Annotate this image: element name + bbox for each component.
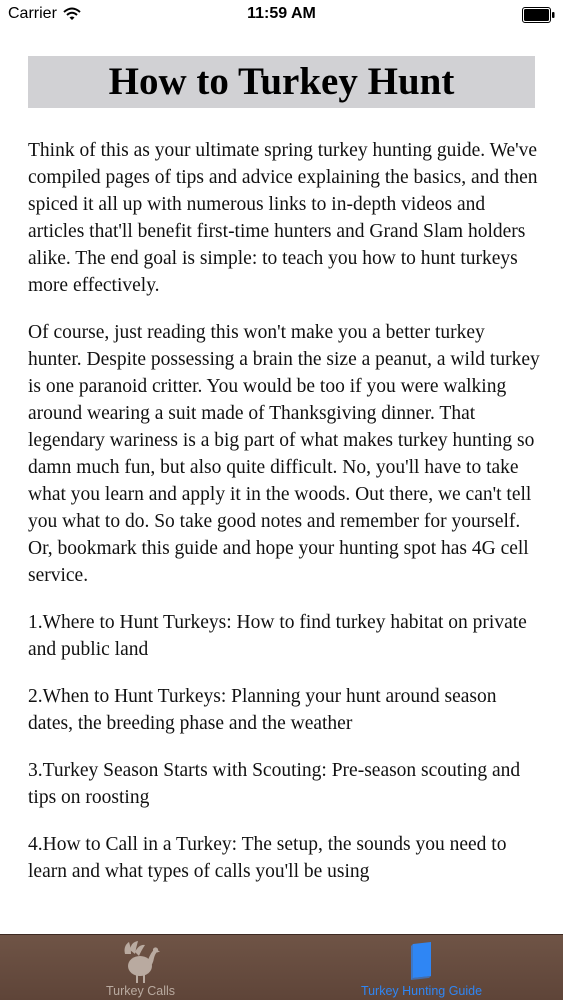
body-paragraph: Of course, just reading this won't make … — [28, 322, 540, 586]
intro-paragraph: Think of this as your ultimate spring tu… — [28, 140, 538, 296]
article-body: Think of this as your ultimate spring tu… — [28, 137, 542, 905]
guide-content[interactable]: How to Turkey Hunt Think of this as your… — [0, 30, 563, 934]
guide-chapter-4[interactable]: 4.How to Call in a Turkey: The setup, th… — [28, 831, 542, 885]
tab-label: Turkey Calls — [106, 984, 175, 998]
guide-chapter-3[interactable]: 3.Turkey Season Starts with Scouting: Pr… — [28, 757, 542, 811]
title-banner: How to Turkey Hunt — [28, 56, 535, 108]
tab-label: Turkey Hunting Guide — [360, 984, 483, 998]
status-time: 11:59 AM — [247, 5, 316, 22]
tab-bar: Turkey Calls Turkey Hunting Guide — [0, 934, 563, 1000]
book-icon — [410, 942, 431, 980]
battery-icon — [522, 7, 555, 23]
page-title: How to Turkey Hunt — [108, 60, 455, 103]
tab-turkey-hunting-guide[interactable]: Turkey Hunting Guide — [281, 935, 562, 1000]
guide-chapter-2[interactable]: 2.When to Hunt Turkeys: Planning your hu… — [28, 683, 542, 737]
app-screen: Carrier 11:59 AM How to Turkey Hunt Thin… — [0, 0, 563, 1000]
turkey-icon — [124, 941, 160, 983]
guide-chapter-1[interactable]: 1.Where to Hunt Turkeys: How to find tur… — [28, 609, 542, 663]
tab-turkey-calls[interactable]: Turkey Calls — [0, 935, 281, 1000]
status-bar: Carrier 11:59 AM — [0, 0, 563, 30]
